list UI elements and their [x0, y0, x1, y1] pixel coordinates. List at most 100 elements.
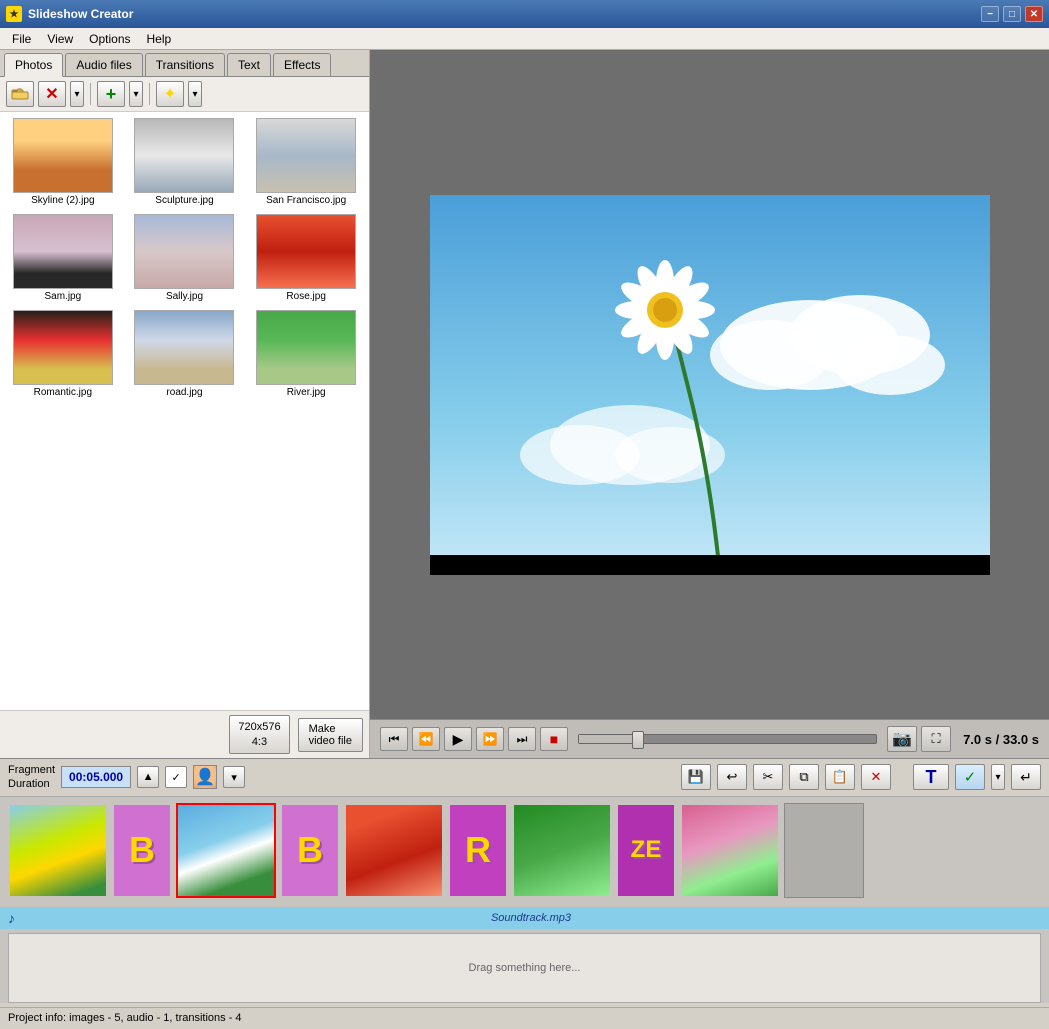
fullscreen-button[interactable]: ⛶ [921, 726, 951, 752]
tl-letter-1: B [129, 829, 155, 871]
tab-audio-files[interactable]: Audio files [65, 53, 142, 76]
separator-2 [149, 83, 150, 105]
close-button[interactable]: ✕ [1025, 6, 1043, 22]
copy-button[interactable]: ⧉ [789, 764, 819, 790]
fragment-time-input[interactable] [61, 766, 131, 788]
photo-item-sam[interactable]: Sam.jpg [4, 212, 122, 304]
menu-help[interactable]: Help [139, 30, 180, 48]
add-dropdown[interactable]: ▾ [129, 81, 143, 107]
time-current: 7.0 s [963, 732, 992, 747]
save-edit-button[interactable]: 💾 [681, 764, 711, 790]
avatar-dropdown[interactable]: ▾ [223, 766, 245, 788]
maximize-button[interactable]: □ [1003, 6, 1021, 22]
avatar-icon: 👤 [194, 766, 216, 788]
preview-image [430, 195, 990, 575]
rewind-button[interactable]: ⏪ [412, 727, 440, 751]
bottom-section: FragmentDuration ▲ ✓ 👤 ▾ 💾 ↩ ✂ ⧉ 📋 ✕ T ✓… [0, 758, 1049, 1003]
fragment-increase-button[interactable]: ▲ [137, 766, 159, 788]
timeline-empty-slot [784, 803, 864, 898]
status-text: Project info: images - 5, audio - 1, tra… [8, 1012, 242, 1024]
paste-button[interactable]: 📋 [825, 764, 855, 790]
timeline-transition-2[interactable]: B [280, 803, 340, 898]
drag-text: Drag something here... [469, 962, 581, 974]
accept-button[interactable]: ↵ [1011, 764, 1041, 790]
size-button[interactable]: 720x5764:3 [229, 715, 289, 754]
tl-transition-inner-1: B [114, 805, 170, 896]
time-display: 7.0 s / 33.0 s [963, 732, 1039, 747]
preview-controls: ⏮ ⏪ ▶ ⏩ ⏭ ■ 📷 ⛶ 7.0 s / 33.0 s [370, 719, 1049, 758]
photo-item-skyline[interactable]: Skyline (2).jpg [4, 116, 122, 208]
avatar-button[interactable]: 👤 [193, 765, 217, 789]
forward-button[interactable]: ⏩ [476, 727, 504, 751]
photo-item-road[interactable]: road.jpg [126, 308, 244, 400]
photo-grid: Skyline (2).jpg Sculpture.jpg San Franci… [0, 112, 369, 710]
tab-effects[interactable]: Effects [273, 53, 331, 76]
rewind-start-button[interactable]: ⏮ [380, 727, 408, 751]
undo-button[interactable]: ↩ [717, 764, 747, 790]
timeline-transition-4[interactable]: ZE [616, 803, 676, 898]
effect-button[interactable]: ✦ [156, 81, 184, 107]
timeline-photo-1[interactable] [8, 803, 108, 898]
cut-button[interactable]: ✂ [753, 764, 783, 790]
menu-file[interactable]: File [4, 30, 39, 48]
progress-bar[interactable] [578, 734, 877, 744]
tab-photos[interactable]: Photos [4, 53, 63, 77]
titlebar: ★ Slideshow Creator − □ ✕ [0, 0, 1049, 28]
tl-transition-inner-4: ZE [618, 805, 674, 896]
photo-item-river[interactable]: River.jpg [247, 308, 365, 400]
timeline-photo-4[interactable] [512, 803, 612, 898]
effect-dropdown[interactable]: ▾ [188, 81, 202, 107]
camera-button[interactable]: 📷 [887, 726, 917, 752]
menu-options[interactable]: Options [81, 30, 138, 48]
delete-edit-button[interactable]: ✕ [861, 764, 891, 790]
soundtrack-label: Soundtrack.mp3 [21, 912, 1041, 924]
progress-fill [579, 735, 638, 743]
stop-button[interactable]: ■ [540, 727, 568, 751]
forward-end-button[interactable]: ⏭ [508, 727, 536, 751]
soundtrack-row: ♪ Soundtrack.mp3 [0, 907, 1049, 929]
menu-view[interactable]: View [39, 30, 81, 48]
photo-item-sally[interactable]: Sally.jpg [126, 212, 244, 304]
check-button[interactable]: ✓ [955, 764, 985, 790]
fragment-checkbox[interactable]: ✓ [165, 766, 187, 788]
drag-area[interactable]: Drag something here... [8, 933, 1041, 1003]
play-button[interactable]: ▶ [444, 727, 472, 751]
photo-toolbar: ✕ ▾ + ▾ ✦ ▾ [0, 77, 369, 112]
tab-transitions[interactable]: Transitions [145, 53, 225, 76]
size-row: 720x5764:3 Makevideo file [0, 710, 369, 758]
photo-item-rose[interactable]: Rose.jpg [247, 212, 365, 304]
tab-bar: Photos Audio files Transitions Text Effe… [0, 50, 369, 77]
window-controls: − □ ✕ [981, 6, 1043, 22]
fragment-row: FragmentDuration ▲ ✓ 👤 ▾ 💾 ↩ ✂ ⧉ 📋 ✕ T ✓… [0, 759, 1049, 797]
main-container: Photos Audio files Transitions Text Effe… [0, 50, 1049, 758]
right-panel: ⏮ ⏪ ▶ ⏩ ⏭ ■ 📷 ⛶ 7.0 s / 33.0 s [370, 50, 1049, 758]
photo-item-romantic[interactable]: Romantic.jpg [4, 308, 122, 400]
open-button[interactable] [6, 81, 34, 107]
time-separator: / [996, 732, 1003, 747]
timeline-photo-5[interactable] [680, 803, 780, 898]
photo-item-sanfrancisco[interactable]: San Francisco.jpg [247, 116, 365, 208]
left-panel: Photos Audio files Transitions Text Effe… [0, 50, 370, 758]
tl-letter-4: ZE [631, 836, 662, 864]
check-dropdown[interactable]: ▾ [991, 764, 1005, 790]
music-icon: ♪ [8, 910, 15, 926]
add-button[interactable]: + [97, 81, 125, 107]
progress-thumb[interactable] [632, 731, 644, 749]
minimize-button[interactable]: − [981, 6, 999, 22]
timeline-transition-3[interactable]: R [448, 803, 508, 898]
tab-text[interactable]: Text [227, 53, 271, 76]
preview-area [370, 50, 1049, 719]
timeline: B B R ZE [0, 797, 1049, 907]
delete-button[interactable]: ✕ [38, 81, 66, 107]
tl-transition-inner-2: B [282, 805, 338, 896]
separator-1 [90, 83, 91, 105]
tl-letter-3: R [465, 829, 491, 871]
text-button[interactable]: T [913, 764, 949, 790]
photo-item-sculpture[interactable]: Sculpture.jpg [126, 116, 244, 208]
delete-dropdown[interactable]: ▾ [70, 81, 84, 107]
make-video-button[interactable]: Makevideo file [298, 718, 363, 752]
timeline-photo-2[interactable] [176, 803, 276, 898]
time-total: 33.0 s [1003, 732, 1039, 747]
timeline-photo-3[interactable] [344, 803, 444, 898]
timeline-transition-1[interactable]: B [112, 803, 172, 898]
